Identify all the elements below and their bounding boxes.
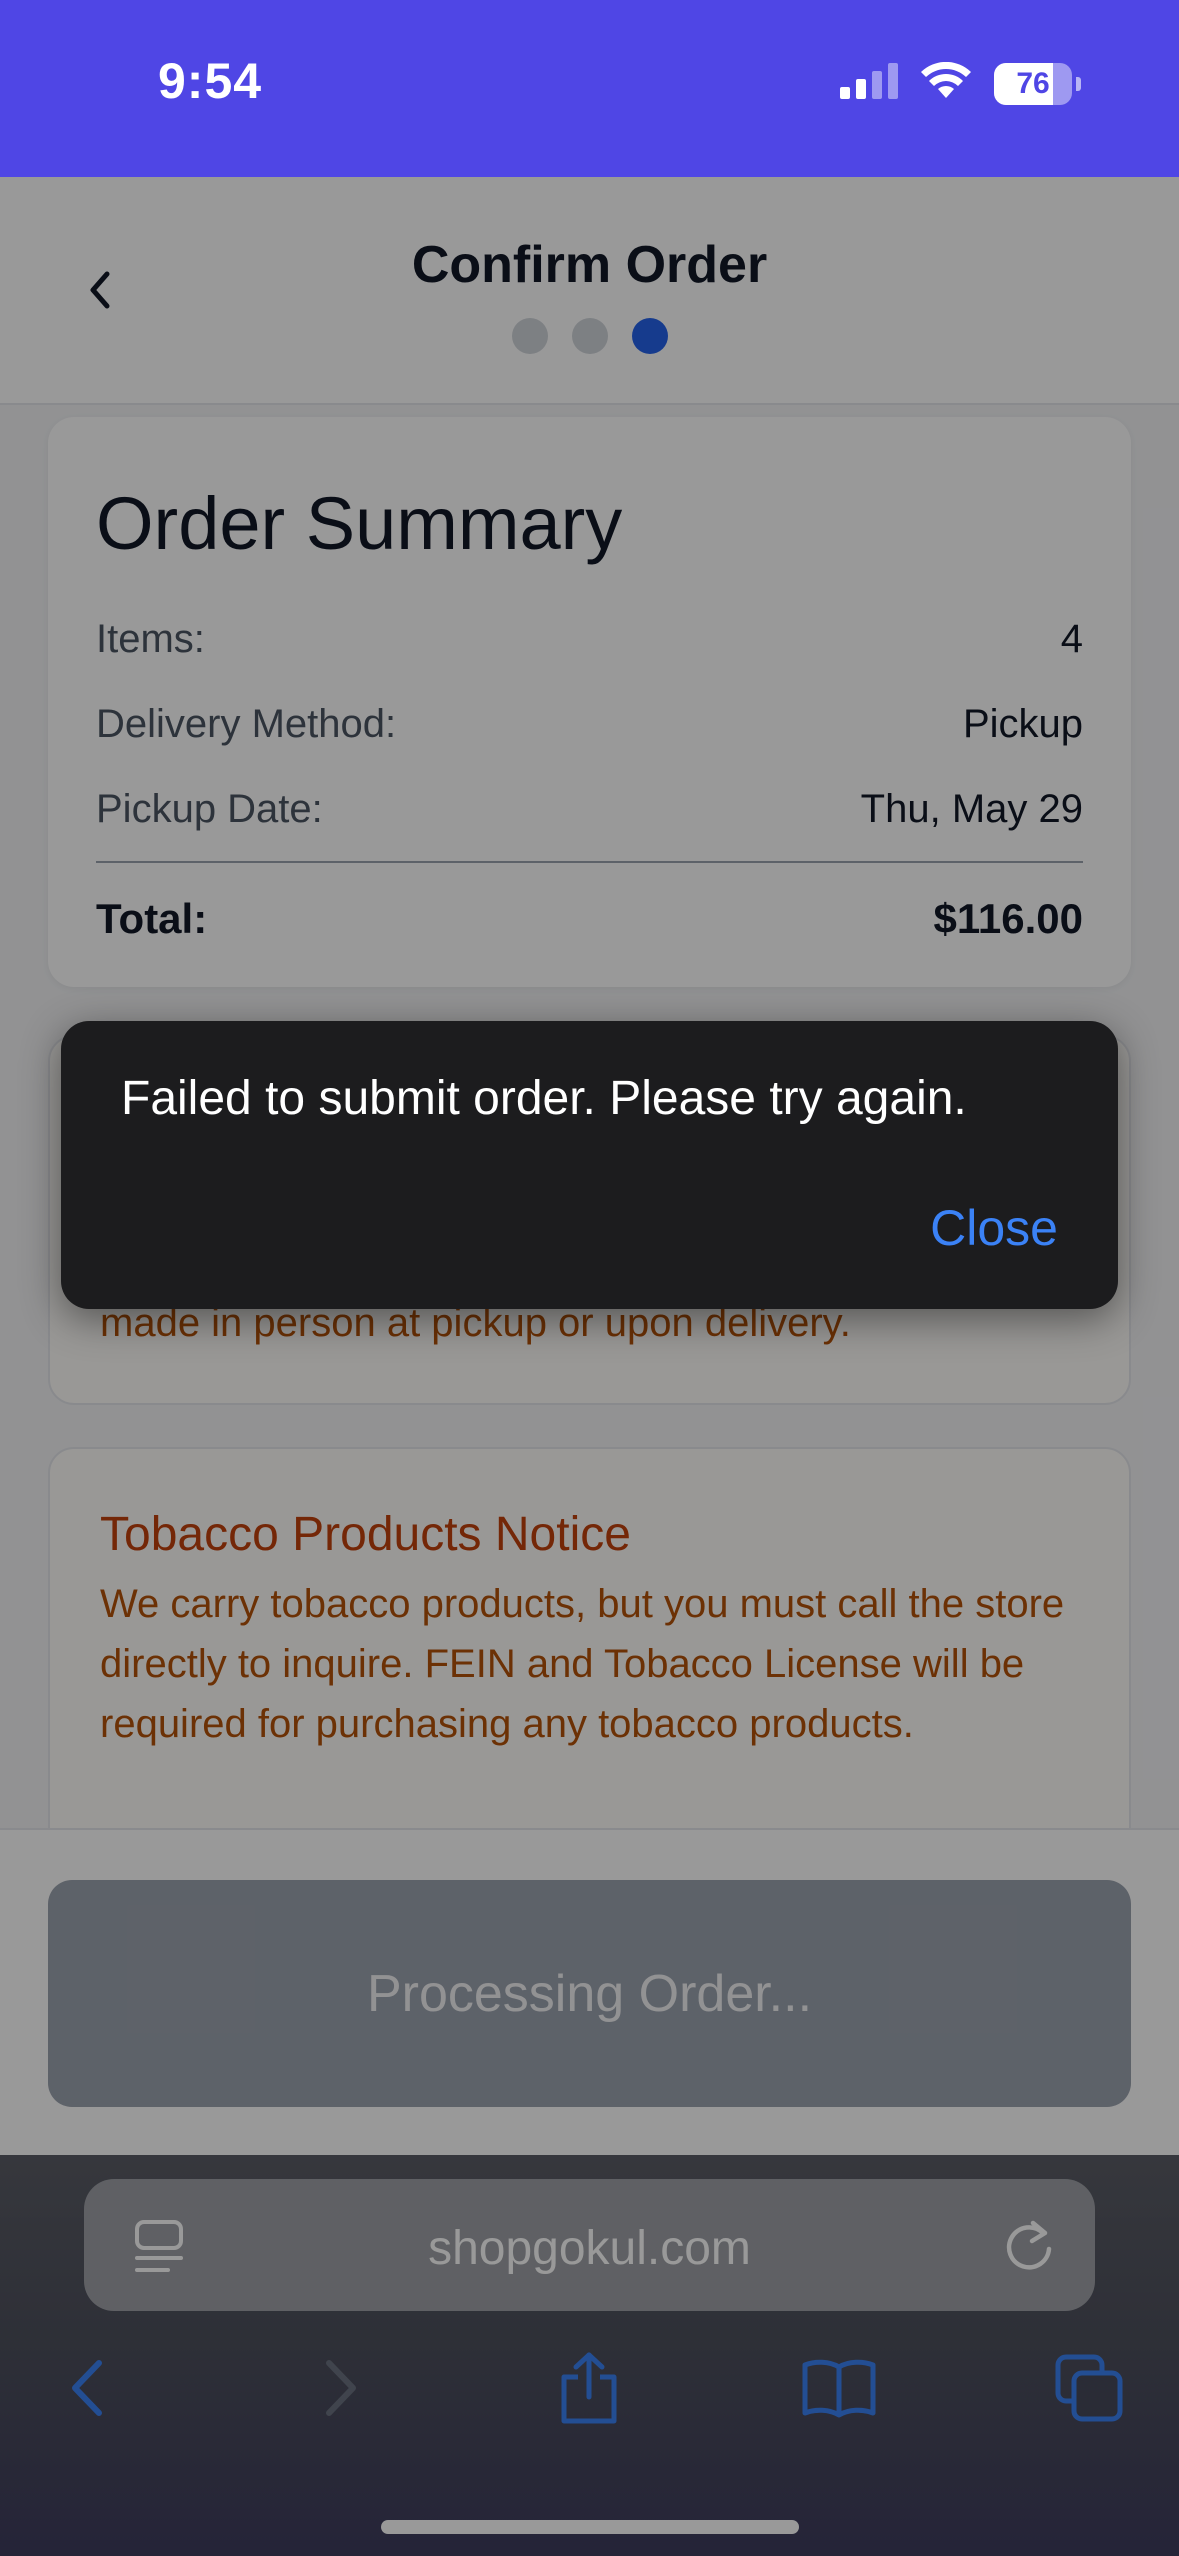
status-time: 9:54 [158,53,263,109]
wifi-icon [920,61,972,105]
modal-scrim[interactable] [0,177,1179,2556]
error-toast: Failed to submit order. Please try again… [61,1021,1118,1309]
cellular-signal-icon [840,63,898,104]
status-icons: 76 [840,61,1081,105]
battery-level: 76 [1016,66,1050,100]
battery-icon: 76 [994,62,1072,105]
error-toast-message: Failed to submit order. Please try again… [121,1072,967,1125]
toast-close-button[interactable]: Close [930,1199,1058,1257]
status-bar: 9:54 76 [0,0,1179,177]
battery-cap [1076,76,1081,91]
